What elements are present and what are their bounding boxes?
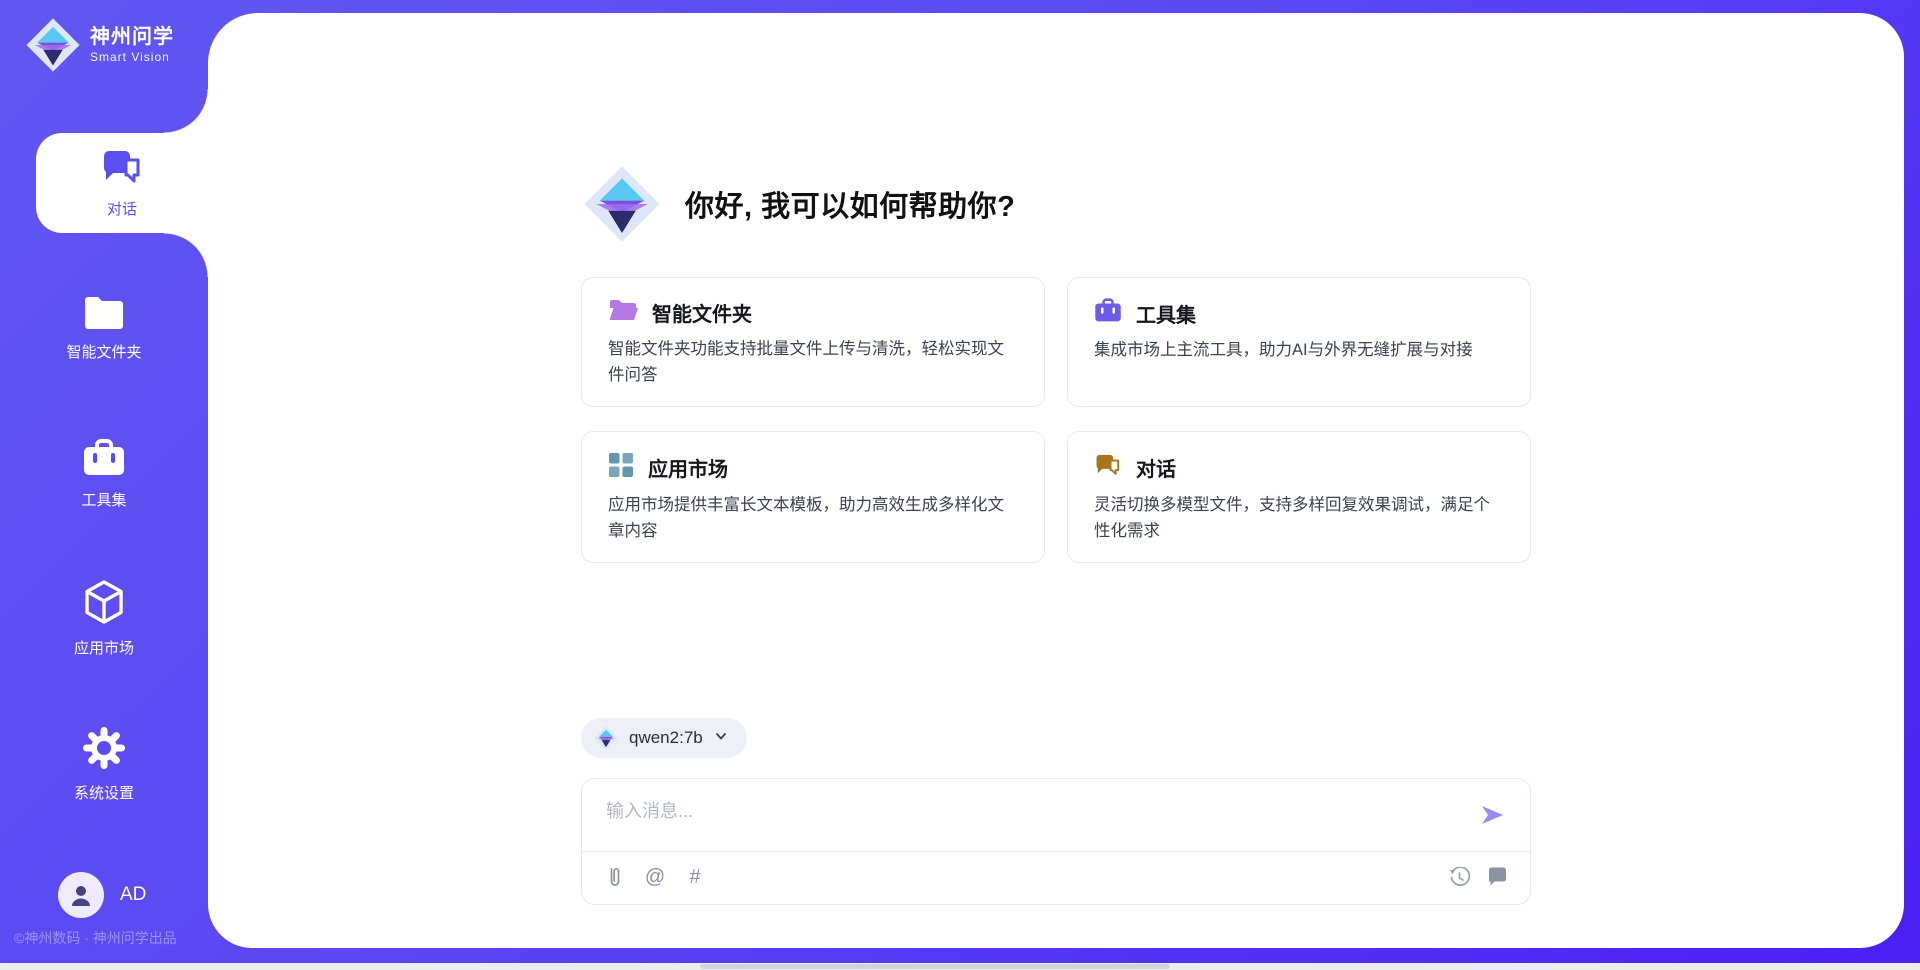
composer: qwen2:7b (581, 718, 1531, 905)
copyright-footer: ©神州数码 · 神州问学出品 (14, 928, 177, 948)
send-icon[interactable] (1478, 801, 1506, 829)
greeting-logo-icon (581, 163, 663, 245)
avatar (58, 872, 104, 918)
greeting-title: 你好, 我可以如何帮助你? (685, 183, 1015, 225)
at-icon[interactable]: @ (644, 866, 666, 888)
greeting-block: 你好, 我可以如何帮助你? (581, 13, 1531, 245)
card-title: 应用市场 (648, 453, 728, 482)
sidebar-item-label: 系统设置 (74, 782, 134, 803)
message-input-card: @ # (581, 778, 1531, 905)
horizontal-scrollbar[interactable] (0, 963, 1920, 970)
brand-subtitle: Smart Vision (90, 51, 174, 64)
model-name: qwen2:7b (629, 728, 703, 748)
brand-name: 神州问学 (90, 26, 174, 48)
sidebar-item-settings[interactable]: 系统设置 (0, 724, 208, 804)
user-profile[interactable]: AD (58, 872, 146, 918)
card-description: 灵活切换多模型文件，支持多样回复效果调试，满足个性化需求 (1094, 493, 1504, 544)
card-chat[interactable]: 对话 灵活切换多模型文件，支持多样回复效果调试，满足个性化需求 (1067, 431, 1531, 563)
card-description: 智能文件夹功能支持批量文件上传与清洗，轻松实现文件问答 (608, 337, 1018, 388)
user-name: AD (120, 884, 146, 906)
scrollbar-thumb[interactable] (700, 964, 1170, 969)
card-toolset[interactable]: 工具集 集成市场上主流工具，助力AI与外界无缝扩展与对接 (1067, 277, 1531, 407)
sidebar: 神州问学 Smart Vision 对话 智能文件夹 (0, 0, 208, 970)
card-title: 工具集 (1136, 299, 1196, 328)
sidebar-item-label: 工具集 (81, 489, 126, 510)
hash-icon[interactable]: # (684, 866, 706, 888)
sidebar-item-toolset[interactable]: 工具集 (0, 434, 208, 514)
card-description: 应用市场提供丰富长文本模板，助力高效生成多样化文章内容 (608, 493, 1018, 544)
sidebar-item-app-market[interactable]: 应用市场 (0, 578, 208, 658)
grid-icon (608, 452, 634, 483)
app-root: 神州问学 Smart Vision 对话 智能文件夹 (0, 0, 1920, 970)
chevron-down-icon (713, 728, 729, 749)
model-logo-icon (593, 725, 619, 751)
sidebar-item-chat[interactable]: 对话 (36, 133, 208, 233)
folder-icon (83, 295, 125, 334)
gear-icon (82, 726, 126, 775)
history-icon[interactable] (1448, 866, 1470, 888)
paperclip-icon[interactable] (604, 866, 626, 888)
composer-toolbar: @ # (582, 852, 1530, 904)
card-title: 智能文件夹 (652, 298, 752, 327)
feature-cards: 智能文件夹 智能文件夹功能支持批量文件上传与清洗，轻松实现文件问答 (581, 277, 1531, 563)
chat-bubbles-icon (100, 147, 144, 192)
sidebar-item-label: 智能文件夹 (66, 341, 141, 362)
sidebar-item-label: 应用市场 (74, 637, 134, 658)
message-input[interactable] (606, 797, 1460, 845)
card-smart-folder[interactable]: 智能文件夹 智能文件夹功能支持批量文件上传与清洗，轻松实现文件问答 (581, 277, 1045, 407)
chat-bubbles-icon (1094, 452, 1122, 483)
brand: 神州问学 Smart Vision (24, 16, 174, 74)
card-app-market[interactable]: 应用市场 应用市场提供丰富长文本模板，助力高效生成多样化文章内容 (581, 431, 1045, 563)
sidebar-item-label: 对话 (107, 198, 137, 219)
user-avatar-icon (68, 882, 94, 908)
card-description: 集成市场上主流工具，助力AI与外界无缝扩展与对接 (1094, 338, 1504, 364)
comment-icon[interactable] (1486, 866, 1508, 888)
briefcase-icon (1094, 298, 1122, 328)
briefcase-icon (82, 439, 126, 482)
folder-open-icon (608, 298, 638, 327)
sidebar-item-smart-folder[interactable]: 智能文件夹 (0, 288, 208, 368)
model-selector[interactable]: qwen2:7b (581, 718, 747, 758)
main-panel: 你好, 我可以如何帮助你? 智能文件夹 智能文件夹功能支持批量文件上传与清洗，轻… (208, 13, 1904, 948)
brand-logo-icon (24, 16, 82, 74)
card-title: 对话 (1136, 453, 1176, 482)
cube-icon (82, 579, 126, 630)
